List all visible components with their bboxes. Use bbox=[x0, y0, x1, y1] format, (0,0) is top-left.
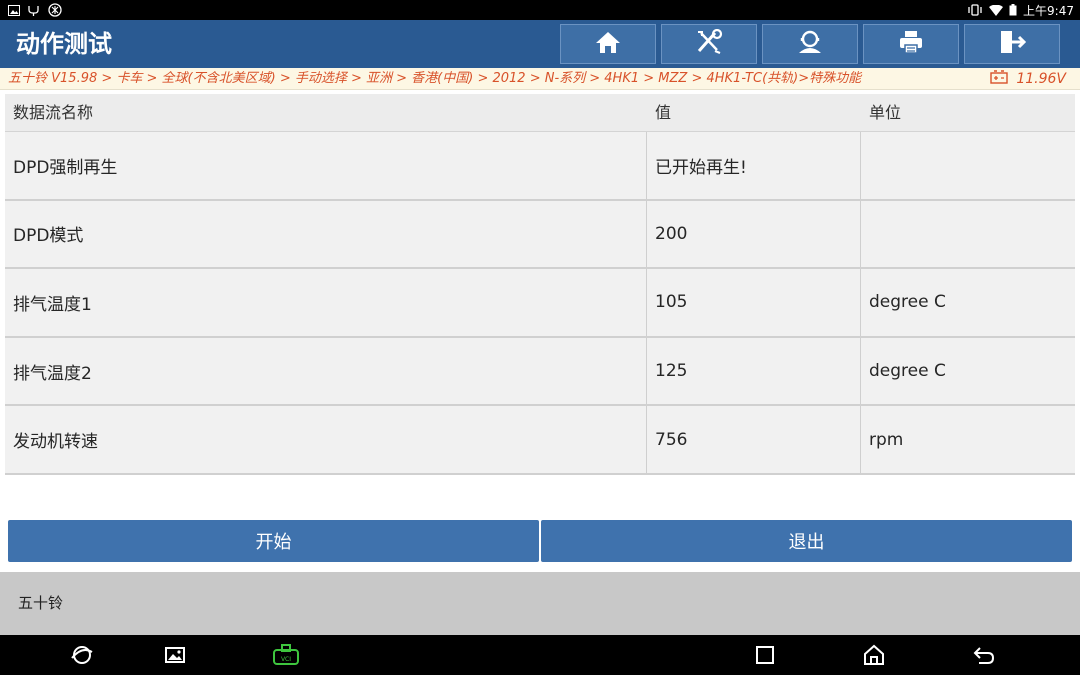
home-button[interactable] bbox=[560, 24, 656, 64]
row-name: 发动机转速 bbox=[5, 406, 647, 473]
user-icon bbox=[796, 29, 824, 59]
table-header: 数据流名称 值 单位 bbox=[5, 94, 1075, 132]
table-row[interactable]: DPD强制再生 已开始再生! bbox=[5, 132, 1075, 201]
action-bar: 开始 退出 bbox=[8, 520, 1072, 562]
usb-icon bbox=[27, 4, 41, 16]
status-bar: 上午9:47 bbox=[0, 0, 1080, 20]
browser-icon[interactable] bbox=[70, 643, 94, 667]
row-value: 105 bbox=[647, 269, 861, 336]
back-icon[interactable] bbox=[972, 643, 996, 667]
diagnose-icon bbox=[695, 28, 723, 59]
row-name: 排气温度1 bbox=[5, 269, 647, 336]
breadcrumb: 五十铃 V15.98 > 卡车 > 全球(不含北美区域) > 手动选择 > 亚洲… bbox=[0, 68, 1080, 90]
navigation-bar: VCI bbox=[0, 635, 1080, 675]
row-unit bbox=[861, 132, 1075, 199]
battery-voltage-icon bbox=[990, 70, 1009, 88]
page-title: 动作测试 bbox=[16, 30, 112, 58]
vci-icon[interactable]: VCI bbox=[272, 643, 300, 667]
brand-footer: 五十铃 bbox=[0, 572, 1080, 635]
row-unit: degree C bbox=[869, 361, 946, 382]
print-button[interactable] bbox=[863, 24, 959, 64]
image-icon bbox=[8, 4, 20, 16]
title-bar: 动作测试 bbox=[0, 20, 1080, 68]
column-header-name: 数据流名称 bbox=[13, 103, 94, 122]
print-icon bbox=[898, 29, 924, 59]
row-value: 125 bbox=[647, 337, 861, 405]
vibrate-icon bbox=[967, 4, 983, 16]
row-value: 756 bbox=[647, 406, 861, 473]
table-row[interactable]: DPD模式 200 bbox=[5, 200, 1075, 270]
exit-icon bbox=[998, 29, 1027, 59]
battery-icon bbox=[1009, 4, 1017, 16]
voltage-indicator: 11.96V bbox=[990, 68, 1066, 90]
recent-apps-icon[interactable] bbox=[753, 643, 777, 667]
gallery-icon[interactable] bbox=[163, 643, 187, 667]
column-header-value: 值 bbox=[655, 103, 672, 122]
row-unit bbox=[861, 201, 1075, 268]
row-unit: rpm bbox=[869, 429, 904, 450]
row-name: DPD强制再生 bbox=[5, 132, 647, 199]
status-time: 上午9:47 bbox=[1023, 3, 1074, 18]
table-row[interactable]: 排气温度1 105 degree C bbox=[5, 269, 1075, 338]
row-unit: degree C bbox=[869, 292, 946, 313]
brand-label: 五十铃 bbox=[18, 594, 64, 612]
start-button[interactable]: 开始 bbox=[8, 520, 539, 562]
row-value: 已开始再生! bbox=[647, 132, 861, 199]
data-stream-table: 数据流名称 值 单位 DPD强制再生 已开始再生! DPD模式 200 排气温度… bbox=[5, 94, 1075, 475]
table-row[interactable]: 排气温度2 125 degree C bbox=[5, 337, 1075, 407]
status-right-icons: 上午9:47 bbox=[967, 2, 1074, 18]
breadcrumb-path: 五十铃 V15.98 > 卡车 > 全球(不含北美区域) > 手动选择 > 亚洲… bbox=[8, 71, 862, 86]
voltage-value: 11.96V bbox=[1016, 71, 1066, 87]
row-name: DPD模式 bbox=[5, 200, 647, 268]
status-left-icons bbox=[8, 2, 62, 18]
wifi-icon bbox=[989, 4, 1004, 16]
exit-button[interactable] bbox=[964, 24, 1060, 64]
row-name: 排气温度2 bbox=[5, 337, 647, 405]
settings-icon bbox=[48, 3, 62, 17]
exit-test-button[interactable]: 退出 bbox=[541, 520, 1072, 562]
column-header-unit: 单位 bbox=[869, 103, 902, 122]
row-value: 200 bbox=[647, 200, 861, 268]
home-icon bbox=[595, 30, 621, 58]
table-row[interactable]: 发动机转速 756 rpm bbox=[5, 406, 1075, 475]
diagnose-button[interactable] bbox=[661, 24, 757, 64]
home-nav-icon[interactable] bbox=[862, 643, 886, 667]
svg-text:VCI: VCI bbox=[281, 656, 291, 663]
user-button[interactable] bbox=[762, 24, 858, 64]
